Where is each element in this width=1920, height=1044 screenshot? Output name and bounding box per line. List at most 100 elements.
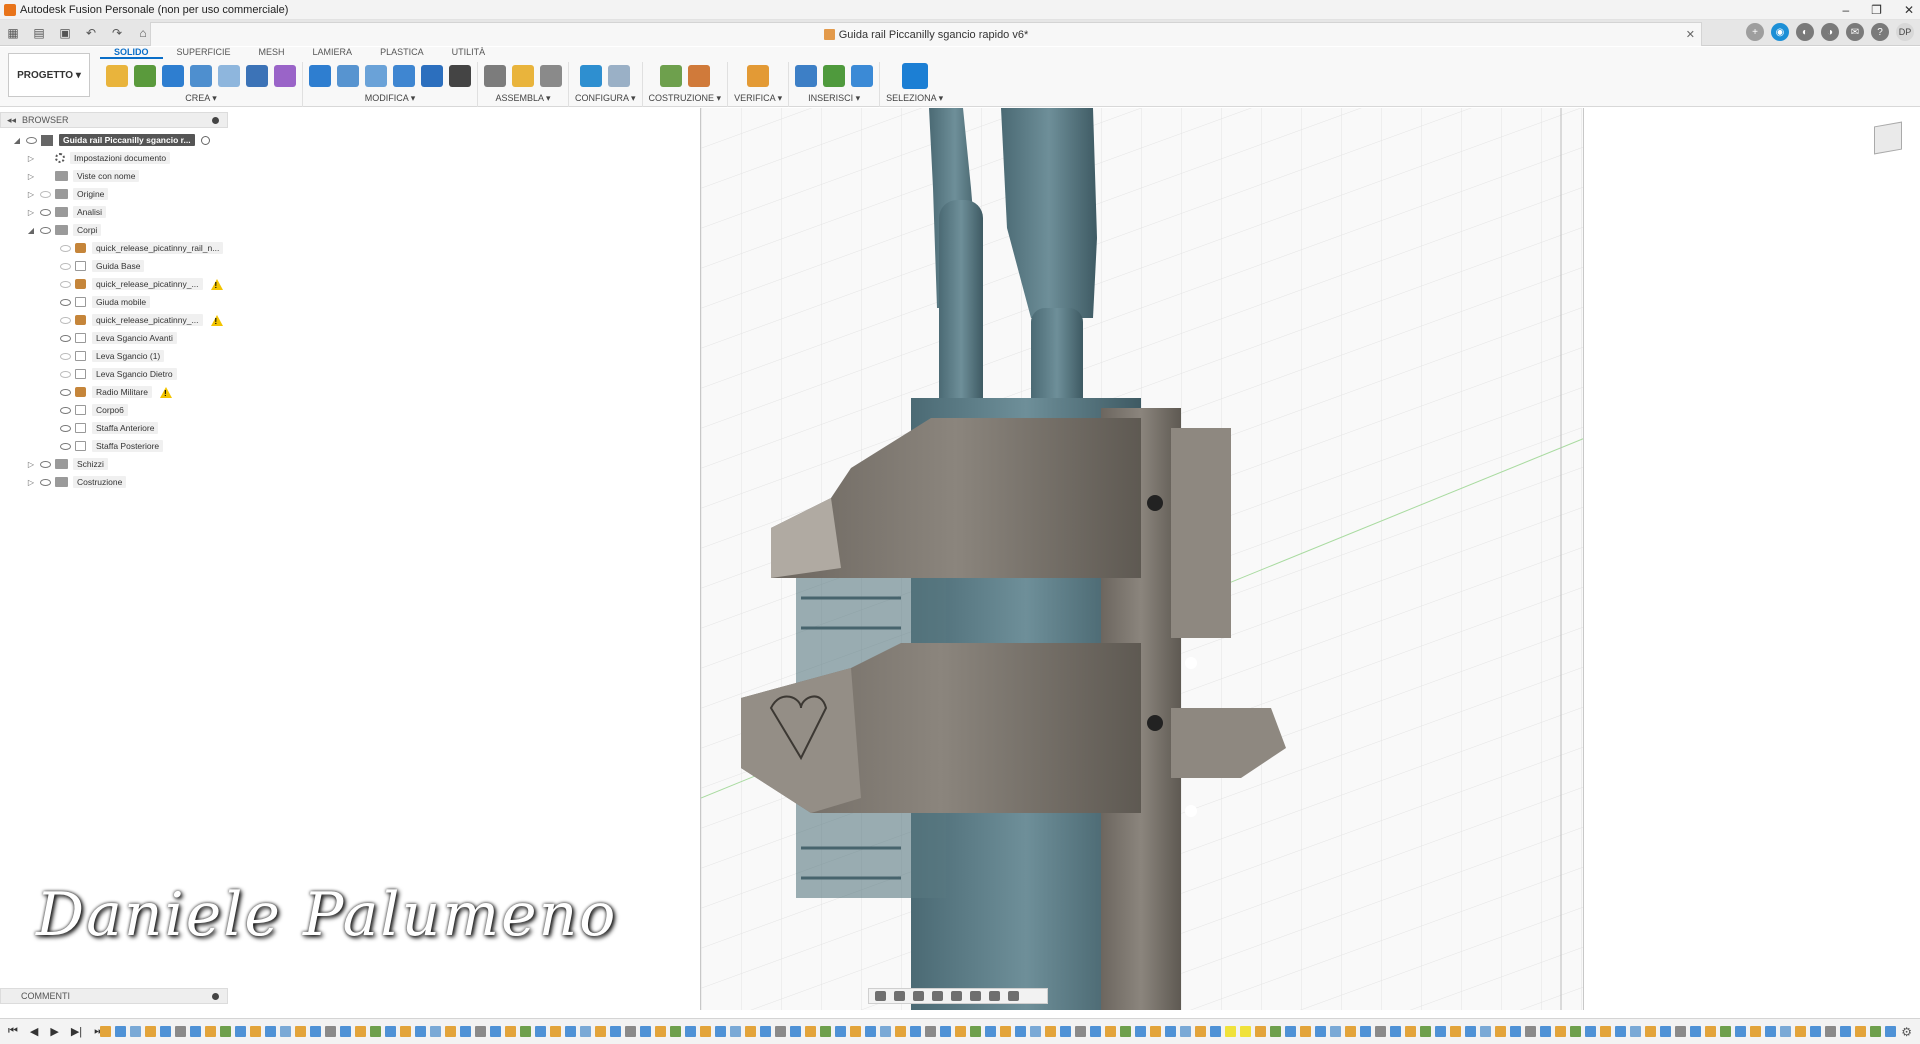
timeline-feature-icon[interactable] (1150, 1026, 1161, 1037)
timeline-feature-icon[interactable] (820, 1026, 831, 1037)
display-settings-icon[interactable] (970, 991, 981, 1001)
visibility-eye-icon[interactable] (60, 442, 71, 450)
timeline-feature-icon[interactable] (1525, 1026, 1536, 1037)
grid-menu-icon[interactable]: ▦ (4, 24, 22, 42)
timeline-feature-icon[interactable] (145, 1026, 156, 1037)
tree-item-impostazioni[interactable]: ▷ Impostazioni documento (0, 149, 228, 167)
visibility-eye-icon[interactable] (60, 334, 71, 342)
save-icon[interactable]: ▣ (56, 24, 74, 42)
timeline-feature-icon[interactable] (1555, 1026, 1566, 1037)
plane-at-angle-icon[interactable] (687, 65, 710, 87)
timeline-feature-icon[interactable] (340, 1026, 351, 1037)
timeline-feature-icon[interactable] (1450, 1026, 1461, 1037)
timeline-feature-icon[interactable] (1045, 1026, 1056, 1037)
select-icon[interactable] (901, 63, 928, 89)
timeline-feature-icon[interactable] (130, 1026, 141, 1037)
timeline-feature-icon[interactable] (745, 1026, 756, 1037)
new-component-icon[interactable] (106, 65, 128, 87)
extrude-icon[interactable] (162, 65, 184, 87)
timeline-feature-icon[interactable] (445, 1026, 456, 1037)
timeline-feature-icon[interactable] (1720, 1026, 1731, 1037)
expand-arrow-icon[interactable]: ◢ (26, 226, 36, 235)
timeline-feature-icon[interactable] (415, 1026, 426, 1037)
timeline-feature-icon[interactable] (475, 1026, 486, 1037)
tree-item-analisi[interactable]: ▷ Analisi (0, 203, 228, 221)
job-status-icon[interactable]: ◐ (1796, 23, 1814, 41)
file-menu-icon[interactable]: ▤ (30, 24, 48, 42)
user-avatar[interactable]: DP (1896, 23, 1914, 41)
visibility-eye-icon[interactable] (60, 406, 71, 414)
tree-item-schizzi[interactable]: ▷ Schizzi (0, 455, 228, 473)
tab-solido[interactable]: SOLIDO (100, 47, 163, 59)
group-costruzione-label[interactable]: COSTRUZIONE ▾ (649, 93, 722, 104)
timeline-feature-icon[interactable] (1570, 1026, 1581, 1037)
orbit-icon[interactable] (875, 991, 886, 1001)
tree-body-item[interactable]: quick_release_picatinny_... (0, 275, 228, 293)
visibility-eye-icon[interactable] (60, 388, 71, 396)
timeline-feature-icon[interactable] (835, 1026, 846, 1037)
visibility-eye-icon[interactable] (40, 226, 51, 234)
activate-radio-icon[interactable] (200, 135, 210, 145)
timeline-feature-icon[interactable] (295, 1026, 306, 1037)
timeline-feature-icon[interactable] (1360, 1026, 1371, 1037)
restore-button[interactable]: ❐ (1871, 3, 1882, 17)
timeline-feature-icon[interactable] (625, 1026, 636, 1037)
timeline-feature-icon[interactable] (235, 1026, 246, 1037)
redo-icon[interactable]: ↷ (108, 24, 126, 42)
timeline-feature-icon[interactable] (1225, 1026, 1236, 1037)
timeline-feature-icon[interactable] (1885, 1026, 1896, 1037)
timeline-feature-icon[interactable] (505, 1026, 516, 1037)
timeline-feature-icon[interactable] (1180, 1026, 1191, 1037)
timeline-feature-icon[interactable] (1690, 1026, 1701, 1037)
configure-icon[interactable] (580, 65, 603, 87)
timeline-feature-icon[interactable] (1630, 1026, 1641, 1037)
timeline-feature-icon[interactable] (715, 1026, 726, 1037)
timeline-feature-icon[interactable] (1015, 1026, 1026, 1037)
revolve-icon[interactable] (190, 65, 212, 87)
timeline-feature-icon[interactable] (1735, 1026, 1746, 1037)
timeline-feature-icon[interactable] (565, 1026, 576, 1037)
timeline-first-button[interactable]: ⏮ (8, 1025, 18, 1038)
measure-icon[interactable] (747, 65, 770, 87)
timeline-feature-icon[interactable] (520, 1026, 531, 1037)
press-pull-icon[interactable] (309, 65, 331, 87)
tree-body-item[interactable]: Staffa Anteriore (0, 419, 228, 437)
timeline-feature-icon[interactable] (115, 1026, 126, 1037)
timeline-feature-icon[interactable] (1810, 1026, 1821, 1037)
timeline-feature-icon[interactable] (610, 1026, 621, 1037)
expand-arrow-icon[interactable]: ▷ (26, 460, 36, 469)
insert-link-icon[interactable] (795, 65, 818, 87)
timeline-feature-icon[interactable] (1315, 1026, 1326, 1037)
insert-derive-icon[interactable] (823, 65, 846, 87)
tree-item-origine[interactable]: ▷ Origine (0, 185, 228, 203)
timeline-feature-icon[interactable] (880, 1026, 891, 1037)
create-sketch-icon[interactable] (134, 65, 156, 87)
timeline-feature-icon[interactable] (1645, 1026, 1656, 1037)
expand-arrow-icon[interactable]: ◢ (12, 136, 22, 145)
timeline-previous-button[interactable]: ◀ (30, 1025, 38, 1038)
timeline-feature-icon[interactable] (355, 1026, 366, 1037)
timeline-feature-icon[interactable] (190, 1026, 201, 1037)
timeline-feature-icon[interactable] (160, 1026, 171, 1037)
undo-icon[interactable]: ↶ (82, 24, 100, 42)
timeline-feature-icon[interactable] (490, 1026, 501, 1037)
collapse-browser-icon[interactable]: ◂◂ (7, 115, 16, 126)
timeline-feature-icon[interactable] (460, 1026, 471, 1037)
timeline-feature-icon[interactable] (775, 1026, 786, 1037)
timeline-feature-icon[interactable] (1105, 1026, 1116, 1037)
timeline-feature-icon[interactable] (1075, 1026, 1086, 1037)
visibility-eye-icon[interactable] (60, 316, 71, 324)
timeline-feature-icon[interactable] (670, 1026, 681, 1037)
timeline-feature-icon[interactable] (1120, 1026, 1131, 1037)
timeline-feature-icon[interactable] (1375, 1026, 1386, 1037)
visibility-eye-icon[interactable] (60, 298, 71, 306)
notifications-icon[interactable]: ✉ (1846, 23, 1864, 41)
form-icon[interactable] (274, 65, 296, 87)
joint-icon[interactable] (484, 65, 506, 87)
move-icon[interactable] (449, 65, 471, 87)
timeline-next-button[interactable]: ▶| (71, 1025, 82, 1038)
timeline-feature-icon[interactable] (790, 1026, 801, 1037)
3d-viewport[interactable] (700, 108, 1584, 1010)
timeline-feature-icon[interactable] (865, 1026, 876, 1037)
timeline-feature-icon[interactable] (1165, 1026, 1176, 1037)
